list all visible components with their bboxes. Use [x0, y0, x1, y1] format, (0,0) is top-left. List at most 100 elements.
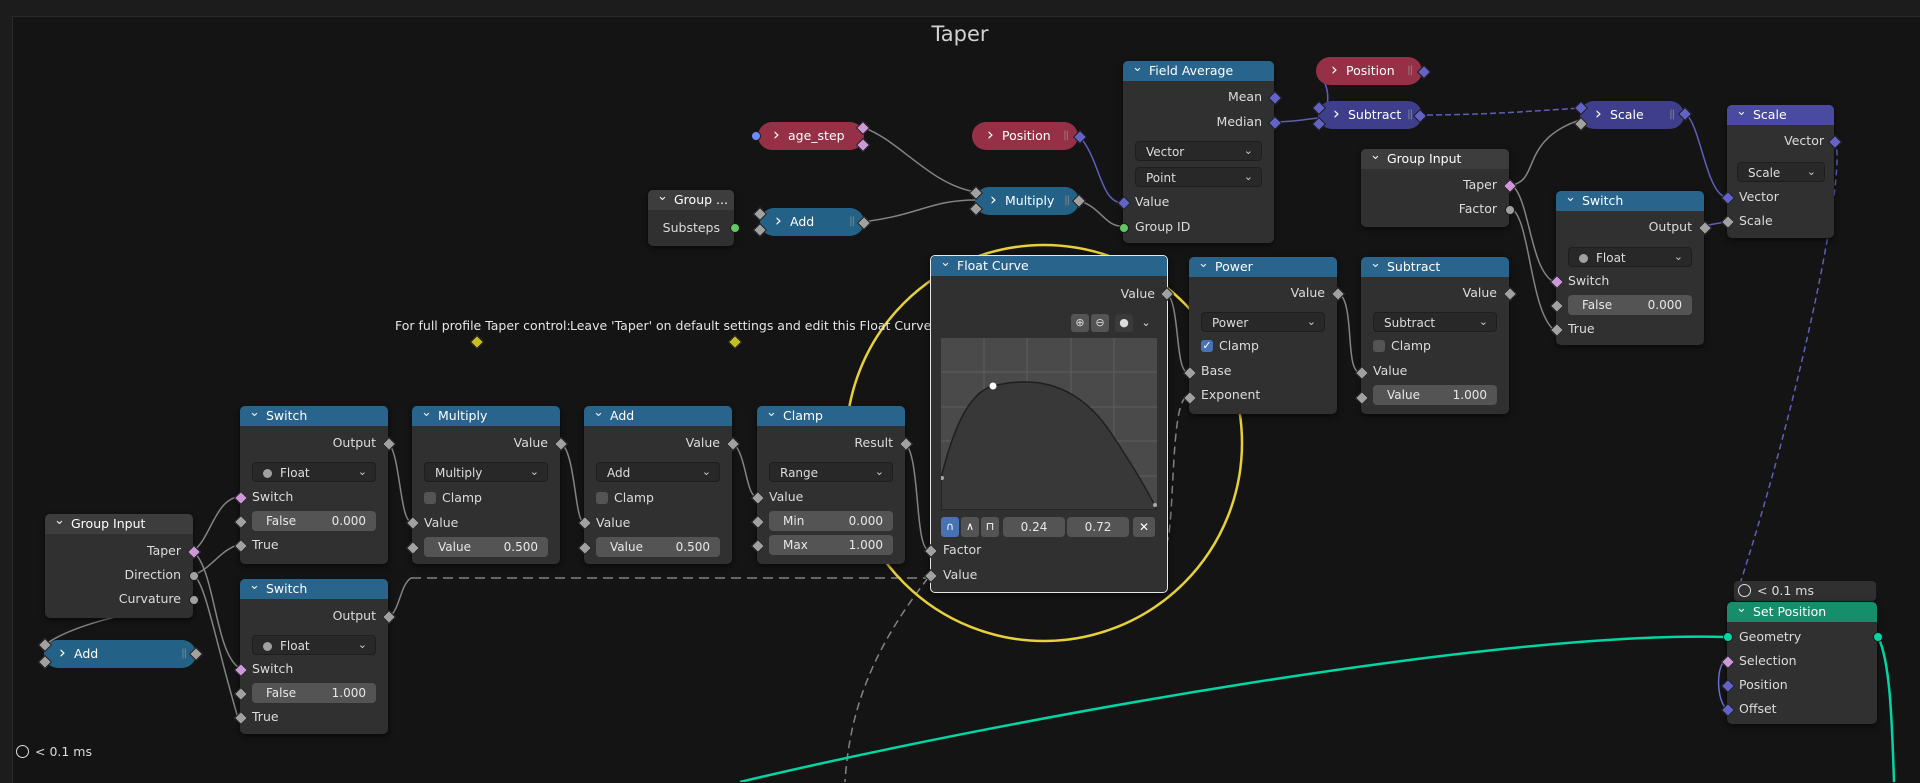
dropdown-power-op[interactable]: Power ⌄ [1201, 312, 1325, 332]
field-false[interactable]: False 0.000 [1568, 295, 1692, 315]
node-scale[interactable]: Scale Vector Scale⌄ Vector Scale [1727, 102, 1834, 238]
dropdown-scale-mode[interactable]: Scale ⌄ [1737, 162, 1825, 182]
node-header: Multiply [412, 403, 560, 426]
pill-multiply-top[interactable]: Multiply|| [975, 186, 1079, 215]
field-false[interactable]: False 0.000 [252, 511, 376, 531]
node-header: Float Curve [931, 253, 1167, 276]
timing-value: < 0.1 ms [1757, 583, 1814, 598]
label-value-out: Value [1290, 285, 1325, 300]
field-max[interactable]: Max 1.000 [769, 535, 893, 555]
pill-subtract-top-label: Subtract [1348, 107, 1402, 122]
node-header: Add [584, 403, 732, 426]
label-result: Result [854, 435, 893, 450]
dropdown-switch-type[interactable]: Float ⌄ [252, 462, 376, 482]
label-output: Output [332, 608, 376, 623]
label-substeps: Substeps [662, 220, 720, 235]
node-set-position[interactable]: Set Position Geometry Selection Position… [1727, 599, 1877, 724]
dropdown-data-type[interactable]: Vector ⌄ [1135, 141, 1262, 161]
field-value[interactable]: Value 1.000 [1373, 385, 1497, 405]
pill-scale-top[interactable]: Scale|| [1580, 100, 1684, 129]
pill-add-bottom[interactable]: Add|| [44, 639, 196, 668]
wire-position-value [1079, 136, 1122, 204]
label-value-out: Value [513, 435, 548, 450]
field-label: False [266, 686, 297, 700]
pill-subtract-top[interactable]: Subtract|| [1318, 100, 1422, 129]
node-multiply[interactable]: Multiply Value Multiply⌄ Clamp Value Val… [412, 403, 560, 564]
dropdown-switch-type[interactable]: Float ⌄ [1568, 247, 1692, 267]
auto-handle-icon[interactable]: ∩ [941, 517, 959, 537]
dropdown-domain[interactable]: Point ⌄ [1135, 167, 1262, 187]
node-switch-right[interactable]: Switch Output Float⌄ Switch False 0.000 T… [1556, 188, 1704, 345]
vector-handle-icon[interactable]: ∧ [961, 517, 979, 537]
dropdown-multiply-op[interactable]: Multiply ⌄ [424, 462, 548, 482]
pill-position-2[interactable]: Position|| [1316, 56, 1422, 85]
chevron-down-icon[interactable]: ⌄ [1137, 314, 1155, 332]
dropdown-value: Subtract [1384, 316, 1436, 330]
field-value-text: 0.000 [848, 514, 883, 528]
node-add[interactable]: Add Value Add⌄ Clamp Value Value 0.500 [584, 403, 732, 564]
node-switch-1[interactable]: Switch Output Float⌄ Switch False 0.000 T… [240, 403, 388, 564]
clamp-checkbox[interactable] [596, 492, 608, 504]
zoom-out-icon[interactable]: ⊖ [1091, 314, 1109, 332]
node-group-input-right[interactable]: Group Input Taper Factor [1361, 146, 1509, 227]
tools-icon[interactable]: ● [1115, 314, 1133, 332]
dropdown-switch-type[interactable]: Float ⌄ [252, 635, 376, 655]
label-output: Output [1648, 219, 1692, 234]
field-point-x[interactable]: 0.24 [1003, 517, 1065, 537]
auto-clamped-icon[interactable]: ⊓ [981, 517, 999, 537]
wire-power-subtract [1337, 292, 1360, 373]
delete-point-icon[interactable]: ✕ [1133, 517, 1155, 537]
pill-add-bottom-label: Add [74, 646, 99, 661]
label-value-in: Value [943, 567, 978, 582]
dropdown-value: Point [1146, 171, 1176, 185]
clamp-checkbox[interactable] [424, 492, 436, 504]
dropdown-clamp-mode[interactable]: Range ⌄ [769, 462, 893, 482]
dropdown-add-op[interactable]: Add ⌄ [596, 462, 720, 482]
wire-add-clamp [733, 443, 757, 498]
node-power[interactable]: Power Value Power⌄ ✓ Clamp Base Exponent [1189, 254, 1337, 414]
pill-age-step[interactable]: age_step [758, 121, 864, 150]
socket-gir-factor-out[interactable] [1505, 205, 1515, 215]
field-label: False [266, 514, 297, 528]
node-field-average[interactable]: Field Average Mean Median Vector⌄ Point⌄… [1123, 58, 1274, 243]
socket-setpos-geometry-out[interactable] [1873, 632, 1883, 642]
dropdown-value: Float [280, 639, 310, 653]
socket-fa-groupid-in[interactable] [1119, 223, 1129, 233]
field-value[interactable]: Value 0.500 [424, 537, 548, 557]
curve-control-point[interactable] [989, 382, 997, 390]
wire-direction-true2 [192, 574, 239, 719]
curve-graph[interactable] [941, 338, 1157, 510]
node-group-input-left[interactable]: Group Input Taper Direction Curvature [45, 511, 193, 618]
field-min[interactable]: Min 0.000 [769, 511, 893, 531]
node-subtract[interactable]: Subtract Value Subtract⌄ Clamp Value Val… [1361, 254, 1509, 414]
pill-add-top[interactable]: Add|| [760, 207, 864, 236]
field-point-y[interactable]: 0.72 [1067, 517, 1129, 537]
socket-substeps-out[interactable] [730, 223, 740, 233]
node-header: Switch [240, 403, 388, 426]
field-value[interactable]: Value 0.500 [596, 537, 720, 557]
dropdown-value: Multiply [435, 466, 483, 480]
curve-endpoint[interactable] [1153, 503, 1157, 507]
pill-position-1[interactable]: Position|| [972, 121, 1078, 150]
node-switch-2[interactable]: Switch Output Float⌄ Switch False 1.000 T… [240, 576, 388, 734]
zoom-in-icon[interactable]: ⊕ [1071, 314, 1089, 332]
curve-point-controls: ∩ ∧ ⊓ 0.24 0.72 ✕ [941, 517, 1157, 537]
socket-gil-direction-out[interactable] [189, 571, 199, 581]
dropdown-subtract-op[interactable]: Subtract ⌄ [1373, 312, 1497, 332]
node-header: Field Average [1123, 58, 1274, 81]
label-value-out: Value [685, 435, 720, 450]
dropdown-value: Float [280, 466, 310, 480]
field-value-text: 1.000 [1452, 388, 1487, 402]
field-false[interactable]: False 1.000 [252, 683, 376, 703]
node-group-input-small[interactable]: Group ... Substeps [648, 187, 734, 246]
clamp-checkbox[interactable] [1373, 340, 1385, 352]
socket-setpos-geometry-in[interactable] [1723, 632, 1733, 642]
node-float-curve[interactable]: Float Curve Value ⊕ ⊖ ● ⌄ ∩ ∧ ⊓ 0.24 0.7… [930, 253, 1168, 593]
field-value-text: 0.500 [675, 540, 710, 554]
node-header: Subtract [1361, 254, 1509, 277]
clamp-checkbox[interactable]: ✓ [1201, 340, 1213, 352]
node-clamp[interactable]: Clamp Result Range⌄ Value Min 0.000 Max 1.… [757, 403, 905, 564]
socket-gil-curvature-out[interactable] [189, 595, 199, 605]
socket-agestep-in[interactable] [751, 131, 761, 141]
timing-value: < 0.1 ms [35, 744, 92, 759]
